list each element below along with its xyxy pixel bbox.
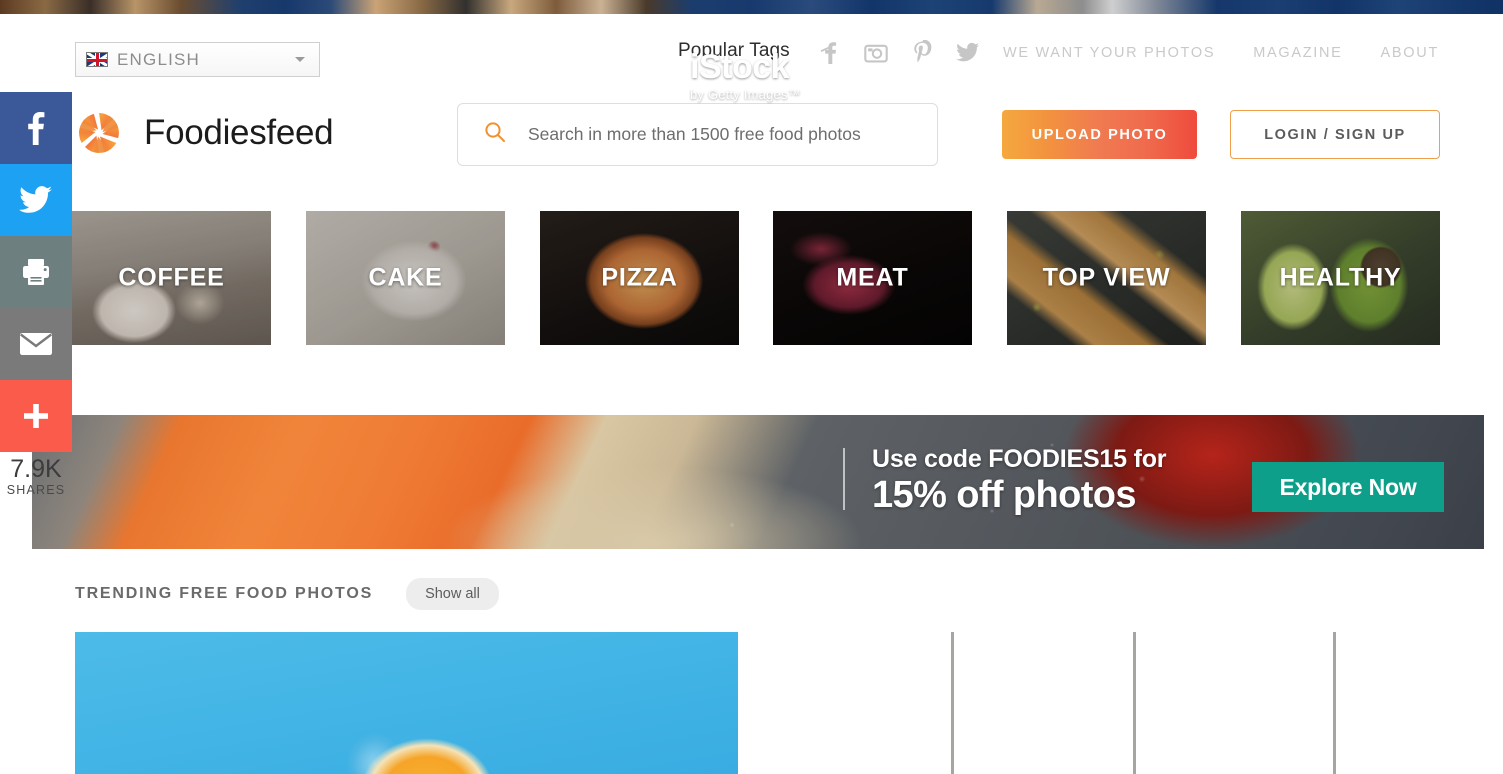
upload-photo-button[interactable]: UPLOAD PHOTO — [1002, 110, 1197, 159]
category-label: MEAT — [836, 263, 909, 292]
language-selector[interactable]: ENGLISH — [75, 42, 320, 77]
explore-now-button[interactable]: Explore Now — [1252, 462, 1444, 512]
share-facebook-button[interactable] — [0, 92, 72, 164]
envelope-icon — [20, 333, 52, 355]
login-signup-button[interactable]: LOGIN / SIGN UP — [1230, 110, 1440, 159]
pinterest-icon[interactable] — [912, 39, 932, 70]
istock-logo-main: iStock — [690, 48, 790, 86]
plus-icon — [24, 404, 48, 428]
category-tile-coffee[interactable]: COFFEE — [72, 211, 271, 345]
nav-link-we-want-your-photos[interactable]: WE WANT YOUR PHOTOS — [1003, 45, 1215, 61]
share-email-button[interactable] — [0, 308, 72, 380]
category-label: PIZZA — [601, 263, 678, 292]
twitter-icon — [19, 186, 52, 213]
brand-name: Foodiesfeed — [144, 113, 334, 152]
istock-logo: iStock by Getty Images™ — [690, 50, 801, 102]
chevron-down-icon — [295, 57, 305, 62]
uk-flag-icon — [86, 52, 108, 67]
category-label: COFFEE — [118, 263, 225, 292]
category-label: HEALTHY — [1279, 263, 1402, 292]
category-tile-top-view[interactable]: TOP VIEW — [1007, 211, 1206, 345]
nav-link-magazine[interactable]: MAGAZINE — [1253, 45, 1342, 61]
category-tile-healthy[interactable]: HEALTHY — [1241, 211, 1440, 345]
scrolled-hero-image-sliver — [0, 0, 1503, 14]
search-placeholder: Search in more than 1500 free food photo… — [528, 124, 861, 144]
istock-logo-subtitle: by Getty Images™ — [690, 87, 801, 102]
facebook-icon — [28, 112, 45, 145]
banner-line-1: Use code FOODIES15 for — [872, 445, 1167, 473]
photo-detail — [951, 632, 954, 774]
share-rail: 7.9K SHARES — [0, 92, 72, 497]
twitter-icon[interactable] — [956, 42, 980, 69]
banner-line-2: 15% off photos — [872, 473, 1137, 516]
banner-divider — [843, 448, 845, 510]
share-more-button[interactable] — [0, 380, 72, 452]
category-tile-cake[interactable]: CAKE — [306, 211, 505, 345]
brand-logo[interactable]: Foodiesfeed — [76, 110, 334, 156]
category-label: CAKE — [368, 263, 443, 292]
photo-detail — [1133, 632, 1136, 774]
share-print-button[interactable] — [0, 236, 72, 308]
share-count-number: 7.9K — [10, 455, 62, 483]
photo-card-orange-slice-blue[interactable] — [75, 632, 738, 774]
topbar-social-icons — [820, 39, 980, 70]
page-root: ENGLISH Popular Tags WE WANT YOUR PHOTOS… — [0, 0, 1503, 774]
nav-link-about[interactable]: ABOUT — [1381, 45, 1439, 61]
category-tile-meat[interactable]: MEAT — [773, 211, 972, 345]
printer-icon — [23, 259, 49, 285]
trending-header: TRENDING FREE FOOD PHOTOS Show all — [75, 578, 499, 610]
trending-title: TRENDING FREE FOOD PHOTOS — [75, 585, 374, 602]
search-input[interactable]: Search in more than 1500 free food photo… — [457, 103, 938, 166]
aperture-icon — [76, 110, 122, 156]
share-count: 7.9K SHARES — [0, 452, 72, 497]
top-navigation: WE WANT YOUR PHOTOS MAGAZINE ABOUT — [1003, 45, 1439, 61]
show-all-button[interactable]: Show all — [406, 578, 499, 610]
share-twitter-button[interactable] — [0, 164, 72, 236]
search-icon — [484, 121, 506, 148]
share-count-label: SHARES — [6, 483, 66, 497]
photo-card-tomatoes-garlic[interactable] — [773, 632, 1440, 774]
category-tile-pizza[interactable]: PIZZA — [540, 211, 739, 345]
banner-copy: Use code FOODIES15 for 15% off photos — [872, 445, 1166, 517]
category-label: TOP VIEW — [1042, 263, 1171, 292]
language-selector-label: ENGLISH — [117, 49, 201, 69]
facebook-icon[interactable] — [820, 41, 840, 70]
category-tiles: COFFEE CAKE PIZZA MEAT TOP VIEW HEALTHY — [72, 211, 1440, 345]
photo-grid — [75, 632, 1440, 774]
instagram-icon[interactable] — [864, 41, 888, 70]
photo-detail — [1333, 632, 1336, 774]
